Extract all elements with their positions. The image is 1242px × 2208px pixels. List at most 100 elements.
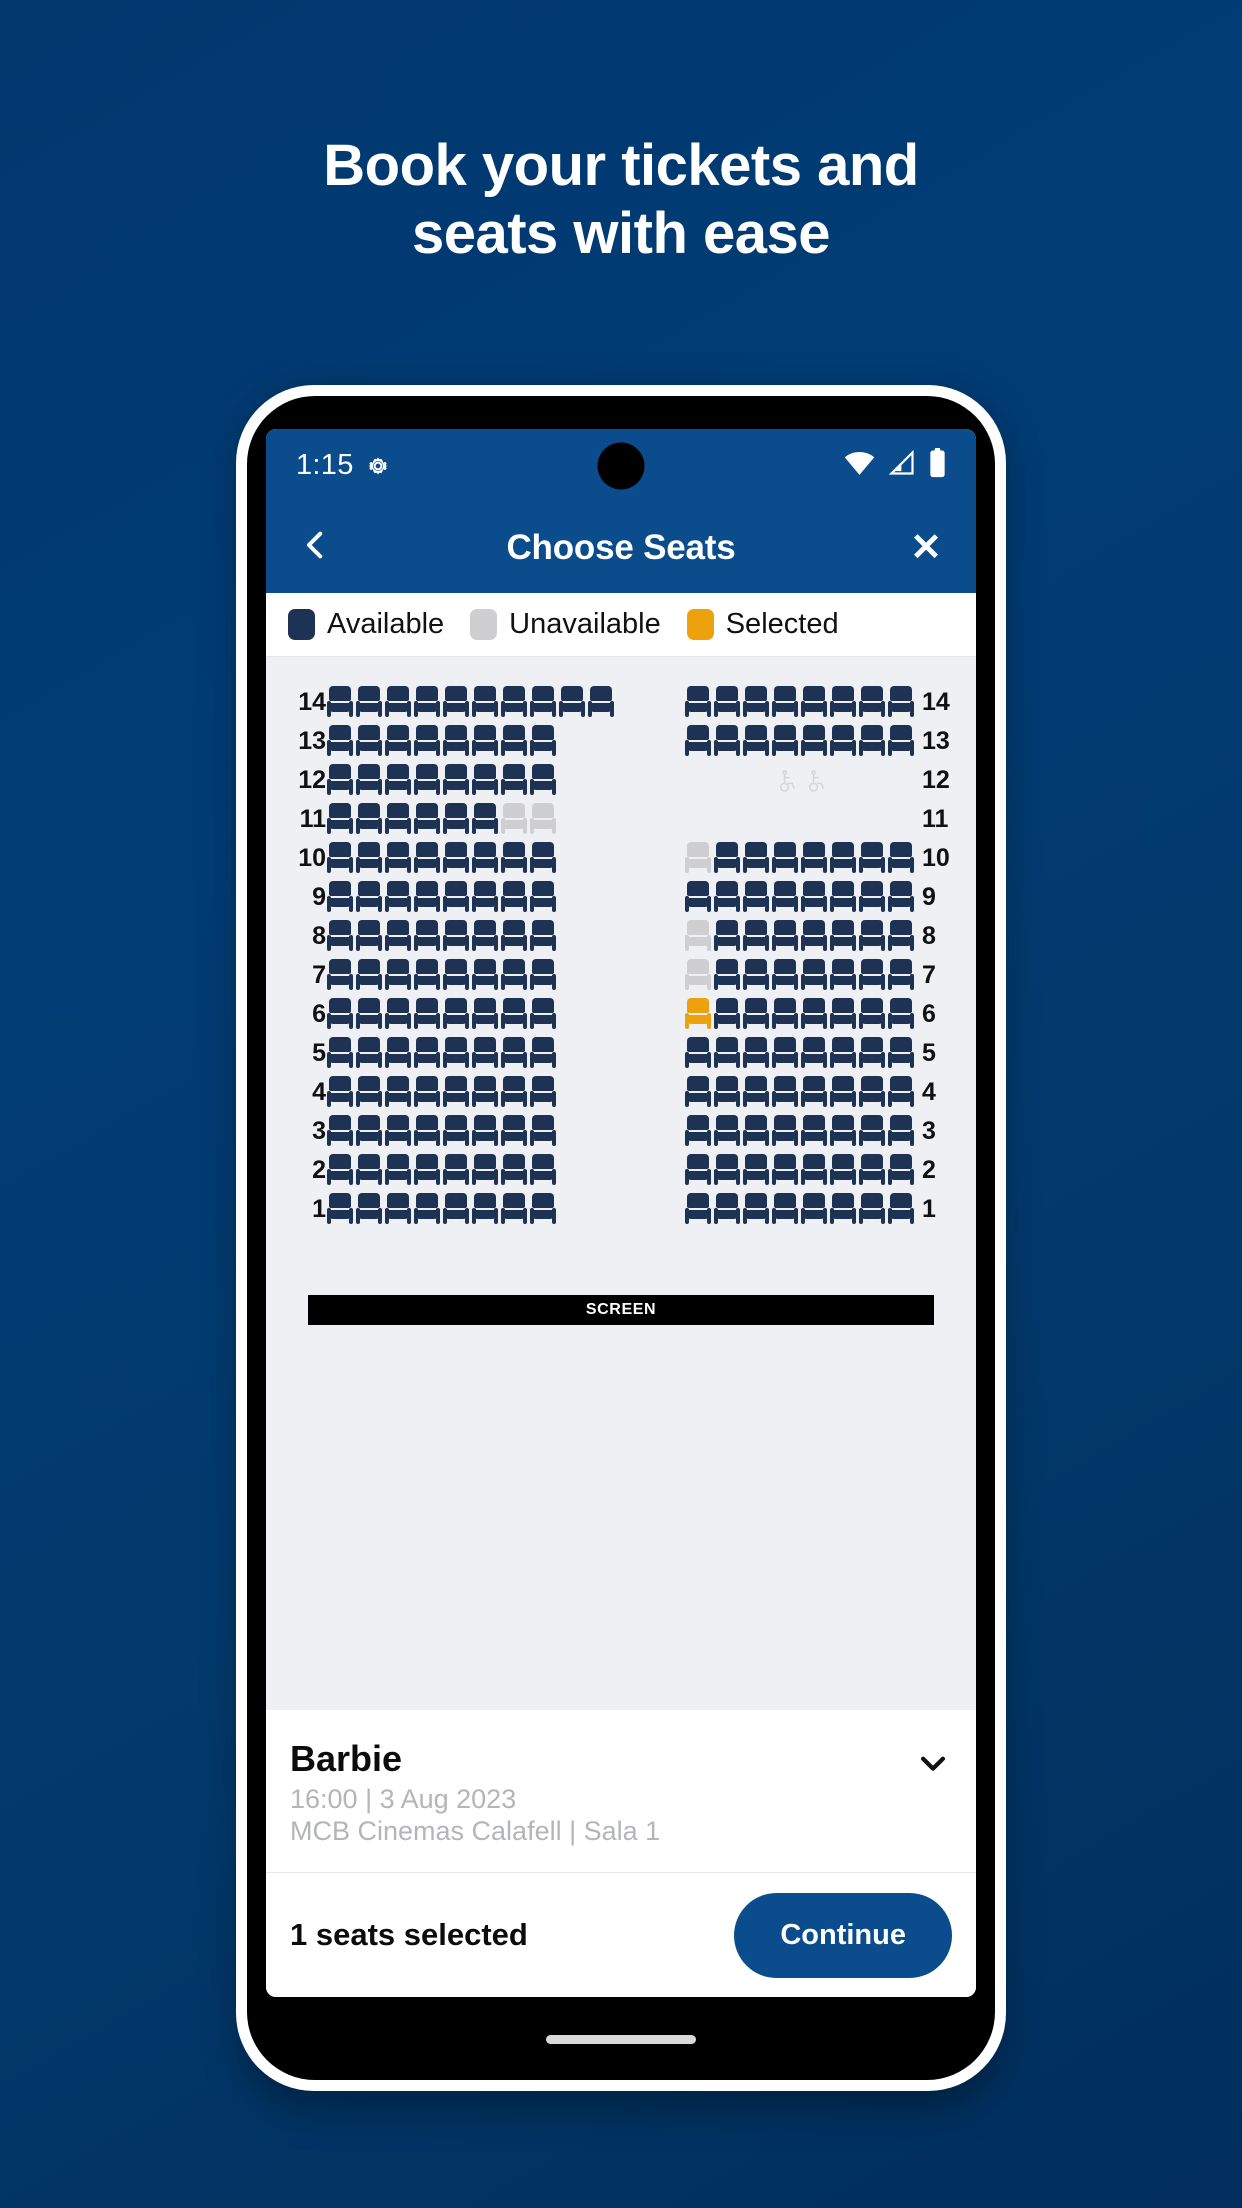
seat-9-L-4[interactable] bbox=[413, 881, 442, 914]
seat-12-L-2[interactable] bbox=[355, 764, 384, 797]
seat-8-L-3[interactable] bbox=[384, 920, 413, 953]
seat-12-L-8[interactable] bbox=[529, 764, 558, 797]
seat-10-R-4[interactable] bbox=[771, 842, 800, 875]
seat-4-R-5[interactable] bbox=[800, 1076, 829, 1109]
seat-7-R-5[interactable] bbox=[800, 959, 829, 992]
home-indicator[interactable] bbox=[546, 2035, 696, 2044]
seat-8-L-8[interactable] bbox=[529, 920, 558, 953]
seat-6-L-6[interactable] bbox=[471, 998, 500, 1031]
seat-10-L-5[interactable] bbox=[442, 842, 471, 875]
seat-13-L-6[interactable] bbox=[471, 725, 500, 758]
seat-7-R-2[interactable] bbox=[713, 959, 742, 992]
seat-2-L-2[interactable] bbox=[355, 1154, 384, 1187]
seat-11-L-6[interactable] bbox=[471, 803, 500, 836]
seat-14-L-10[interactable] bbox=[587, 686, 616, 719]
seat-4-L-4[interactable] bbox=[413, 1076, 442, 1109]
seat-5-R-1[interactable] bbox=[684, 1037, 713, 1070]
seat-13-L-3[interactable] bbox=[384, 725, 413, 758]
seat-6-R-2[interactable] bbox=[713, 998, 742, 1031]
seat-13-R-1[interactable] bbox=[684, 725, 713, 758]
seat-7-R-3[interactable] bbox=[742, 959, 771, 992]
seat-12-L-4[interactable] bbox=[413, 764, 442, 797]
seat-2-R-1[interactable] bbox=[684, 1154, 713, 1187]
seat-13-L-5[interactable] bbox=[442, 725, 471, 758]
showtime-summary[interactable]: Barbie 16:00 | 3 Aug 2023 MCB Cinemas Ca… bbox=[266, 1710, 976, 1873]
seat-5-R-3[interactable] bbox=[742, 1037, 771, 1070]
seat-14-L-8[interactable] bbox=[529, 686, 558, 719]
seat-1-L-3[interactable] bbox=[384, 1193, 413, 1226]
seat-12-L-1[interactable] bbox=[326, 764, 355, 797]
seat-1-L-6[interactable] bbox=[471, 1193, 500, 1226]
seat-10-R-7[interactable] bbox=[858, 842, 887, 875]
seat-8-R-4[interactable] bbox=[771, 920, 800, 953]
seat-9-L-3[interactable] bbox=[384, 881, 413, 914]
seat-8-L-7[interactable] bbox=[500, 920, 529, 953]
seat-8-R-3[interactable] bbox=[742, 920, 771, 953]
seat-13-R-8[interactable] bbox=[887, 725, 916, 758]
seat-14-L-5[interactable] bbox=[442, 686, 471, 719]
seat-3-R-2[interactable] bbox=[713, 1115, 742, 1148]
seat-4-R-6[interactable] bbox=[829, 1076, 858, 1109]
seat-14-L-2[interactable] bbox=[355, 686, 384, 719]
seat-9-L-7[interactable] bbox=[500, 881, 529, 914]
seat-1-R-7[interactable] bbox=[858, 1193, 887, 1226]
seat-9-R-2[interactable] bbox=[713, 881, 742, 914]
seat-7-L-4[interactable] bbox=[413, 959, 442, 992]
seat-7-L-8[interactable] bbox=[529, 959, 558, 992]
seat-1-L-7[interactable] bbox=[500, 1193, 529, 1226]
seat-5-L-5[interactable] bbox=[442, 1037, 471, 1070]
seat-13-L-7[interactable] bbox=[500, 725, 529, 758]
seat-6-R-3[interactable] bbox=[742, 998, 771, 1031]
seat-12-L-3[interactable] bbox=[384, 764, 413, 797]
seat-2-R-3[interactable] bbox=[742, 1154, 771, 1187]
seat-14-L-6[interactable] bbox=[471, 686, 500, 719]
seat-13-L-4[interactable] bbox=[413, 725, 442, 758]
seat-10-R-8[interactable] bbox=[887, 842, 916, 875]
seat-4-R-1[interactable] bbox=[684, 1076, 713, 1109]
seat-2-L-4[interactable] bbox=[413, 1154, 442, 1187]
seat-6-R-6[interactable] bbox=[829, 998, 858, 1031]
seat-9-L-8[interactable] bbox=[529, 881, 558, 914]
seat-3-L-5[interactable] bbox=[442, 1115, 471, 1148]
seat-6-L-1[interactable] bbox=[326, 998, 355, 1031]
seat-9-R-5[interactable] bbox=[800, 881, 829, 914]
seat-11-L-4[interactable] bbox=[413, 803, 442, 836]
seat-2-R-2[interactable] bbox=[713, 1154, 742, 1187]
seat-14-R-4[interactable] bbox=[771, 686, 800, 719]
seat-8-L-2[interactable] bbox=[355, 920, 384, 953]
seat-14-R-3[interactable] bbox=[742, 686, 771, 719]
seat-3-R-8[interactable] bbox=[887, 1115, 916, 1148]
seat-1-R-3[interactable] bbox=[742, 1193, 771, 1226]
seat-5-R-5[interactable] bbox=[800, 1037, 829, 1070]
seat-2-R-4[interactable] bbox=[771, 1154, 800, 1187]
seat-5-L-1[interactable] bbox=[326, 1037, 355, 1070]
seat-2-R-7[interactable] bbox=[858, 1154, 887, 1187]
seat-6-R-8[interactable] bbox=[887, 998, 916, 1031]
seat-12-L-6[interactable] bbox=[471, 764, 500, 797]
seat-9-L-5[interactable] bbox=[442, 881, 471, 914]
seat-5-R-4[interactable] bbox=[771, 1037, 800, 1070]
seat-3-R-1[interactable] bbox=[684, 1115, 713, 1148]
seat-9-L-6[interactable] bbox=[471, 881, 500, 914]
seat-3-R-5[interactable] bbox=[800, 1115, 829, 1148]
seat-3-R-4[interactable] bbox=[771, 1115, 800, 1148]
seat-1-R-8[interactable] bbox=[887, 1193, 916, 1226]
seat-8-L-1[interactable] bbox=[326, 920, 355, 953]
seat-4-R-7[interactable] bbox=[858, 1076, 887, 1109]
seat-4-L-1[interactable] bbox=[326, 1076, 355, 1109]
seat-14-L-9[interactable] bbox=[558, 686, 587, 719]
seat-7-L-6[interactable] bbox=[471, 959, 500, 992]
seat-3-R-7[interactable] bbox=[858, 1115, 887, 1148]
seat-3-L-1[interactable] bbox=[326, 1115, 355, 1148]
seat-1-R-4[interactable] bbox=[771, 1193, 800, 1226]
seat-8-R-8[interactable] bbox=[887, 920, 916, 953]
seat-9-R-1[interactable] bbox=[684, 881, 713, 914]
seat-11-L-2[interactable] bbox=[355, 803, 384, 836]
seat-13-R-2[interactable] bbox=[713, 725, 742, 758]
seat-4-R-3[interactable] bbox=[742, 1076, 771, 1109]
seat-6-L-3[interactable] bbox=[384, 998, 413, 1031]
seat-10-R-3[interactable] bbox=[742, 842, 771, 875]
seat-10-R-5[interactable] bbox=[800, 842, 829, 875]
seat-12-L-7[interactable] bbox=[500, 764, 529, 797]
seat-3-L-7[interactable] bbox=[500, 1115, 529, 1148]
